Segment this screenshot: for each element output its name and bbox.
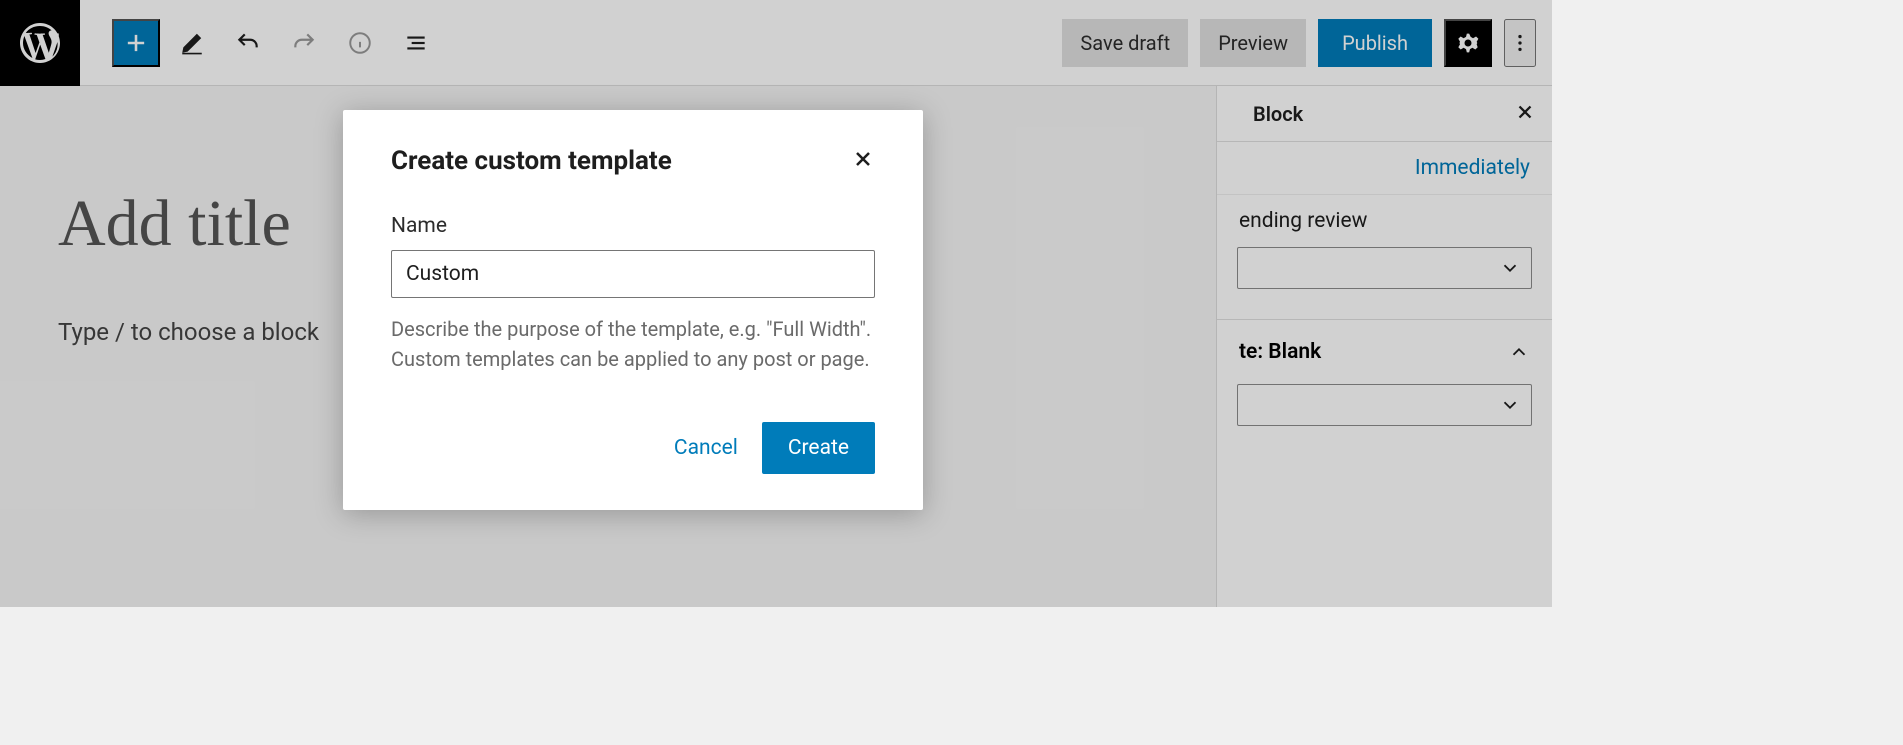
create-button[interactable]: Create xyxy=(762,422,875,474)
modal-close-button[interactable] xyxy=(851,147,875,175)
create-template-modal: Create custom template Name Describe the… xyxy=(343,110,923,510)
modal-header: Create custom template xyxy=(391,146,875,176)
template-name-input[interactable] xyxy=(391,250,875,298)
modal-actions: Cancel Create xyxy=(391,422,875,474)
name-field-label: Name xyxy=(391,214,875,238)
modal-title: Create custom template xyxy=(391,146,672,176)
cancel-button[interactable]: Cancel xyxy=(674,436,738,460)
template-help-text: Describe the purpose of the template, e.… xyxy=(391,314,875,374)
